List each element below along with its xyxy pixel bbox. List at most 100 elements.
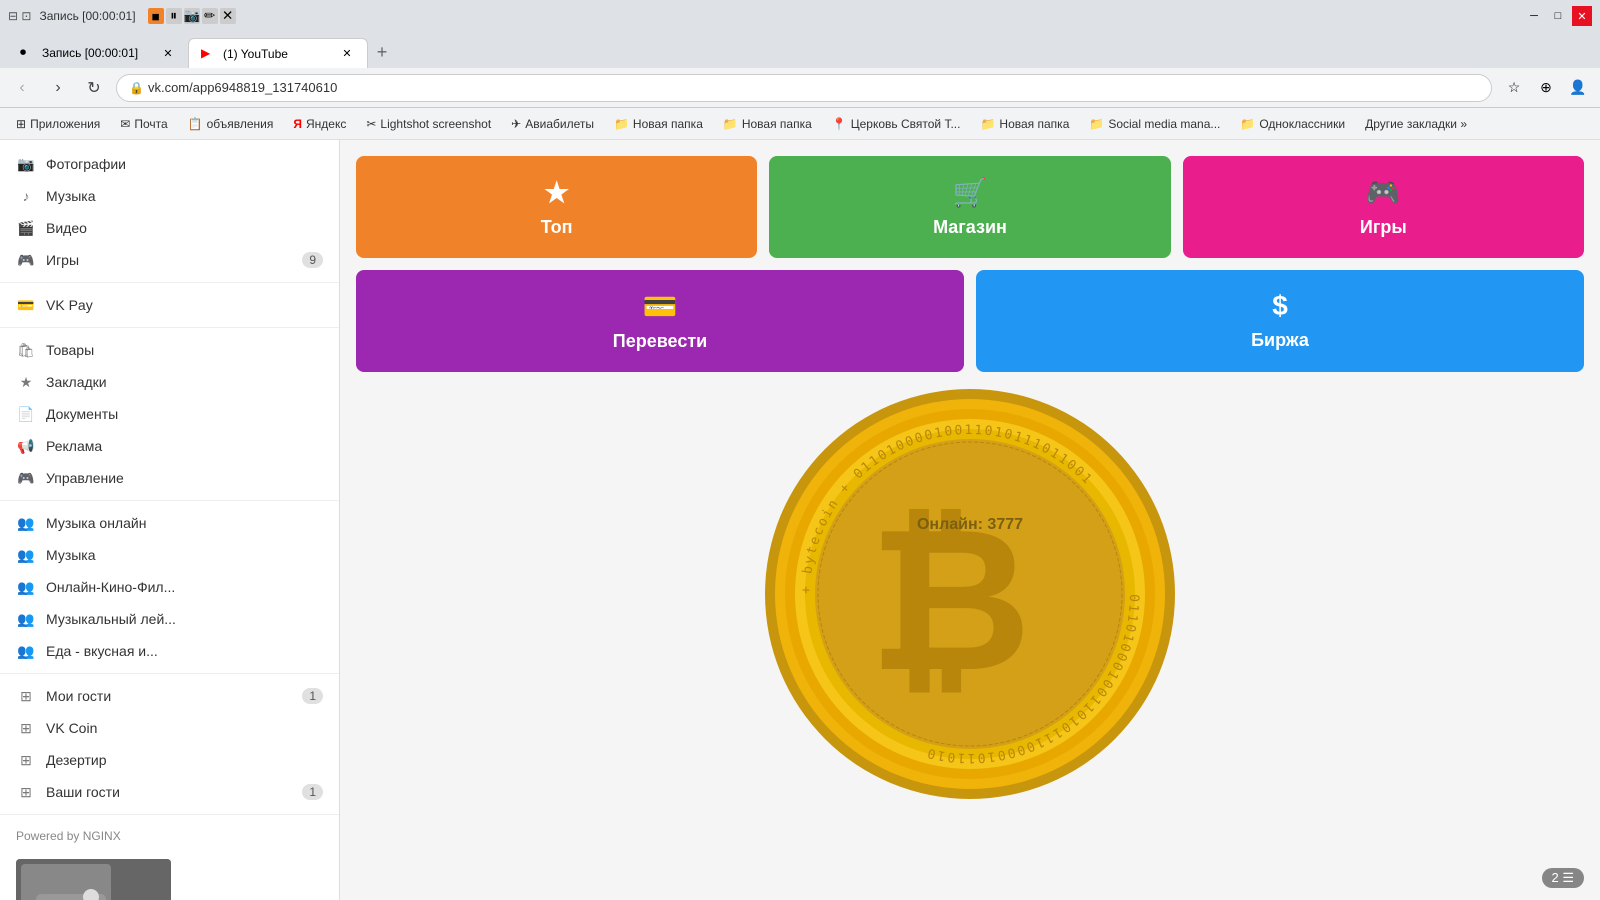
birzha-button[interactable]: $ Биржа [976,270,1584,372]
record-pause-btn[interactable]: ⏸ [166,8,182,24]
sidebar-divider-5 [0,814,339,815]
bookmark-avia[interactable]: ✈ Авиабилеты [503,115,602,133]
record-close-btn[interactable]: ✕ [220,8,236,24]
tab-close-recording[interactable]: ✕ [160,45,176,61]
close-button[interactable]: ✕ [1572,6,1592,26]
social-icon: 📁 [1089,117,1104,131]
coin-section: + bytecoin + 01101000010011010111011001 … [356,384,1584,804]
bookmark-apps[interactable]: ⊞ Приложения [8,115,108,133]
svg-text:Онлайн: 3777: Онлайн: 3777 [917,516,1023,533]
bookmark-lightshot-label: Lightshot screenshot [380,117,491,131]
sidebar-vashi-gosti-label: Ваши гости [46,784,292,800]
forward-button[interactable]: › [44,74,72,102]
maximize-button[interactable]: □ [1548,6,1568,26]
sidebar-item-games[interactable]: 🎮 Игры 9 [0,244,339,276]
tab-favicon-recording: ⏺ [20,45,36,61]
tab-title-recording: Запись [00:00:01] [42,46,154,60]
bookmark-mail[interactable]: ✉ Почта [112,115,175,133]
sidebar-item-vk-coin[interactable]: ⊞ VK Coin [0,712,339,744]
bookmark-more-label: Другие закладки » [1365,117,1467,131]
sidebar-item-upravlenie[interactable]: 🎮 Управление [0,462,339,494]
record-pen-btn[interactable]: ✏ [202,8,218,24]
bookmark-yandex[interactable]: Я Яндекс [285,115,354,133]
sidebar-item-photos[interactable]: 📷 Фотографии [0,148,339,180]
igry-label: Игры [1360,217,1407,238]
vashi-gosti-icon: ⊞ [16,782,36,802]
sidebar-item-vashi-gosti[interactable]: ⊞ Ваши гости 1 [0,776,339,808]
bookmarks-bar: ⊞ Приложения ✉ Почта 📋 объявления Я Янде… [0,108,1600,140]
top-button[interactable]: ★ Топ [356,156,757,258]
ley-icon: 👥 [16,609,36,629]
bookmark-church[interactable]: 📍 Церковь Святой Т... [824,115,969,133]
bookmark-social[interactable]: 📁 Social media mana... [1081,115,1228,133]
sidebar-item-eda[interactable]: 👥 Еда - вкусная и... [0,635,339,667]
title-bar: ⊟ ⊡ Запись [00:00:01] ■ ⏸ 📷 ✏ ✕ ─ □ ✕ [0,0,1600,32]
sidebar-vk-coin-label: VK Coin [46,720,323,736]
kino-icon: 👥 [16,577,36,597]
gamepad-icon: 🎮 [1366,176,1401,209]
sidebar-muzyka-online-label: Музыка онлайн [46,515,323,531]
sidebar-item-reklama[interactable]: 📢 Реклама [0,430,339,462]
igry-button[interactable]: 🎮 Игры [1183,156,1584,258]
reklama-icon: 📢 [16,436,36,456]
window-controls[interactable]: ─ □ ✕ [1524,6,1592,26]
bookmark-star-icon[interactable]: ☆ [1500,74,1528,102]
sidebar-item-zakl[interactable]: ★ Закладки [0,366,339,398]
minimize-button[interactable]: ─ [1524,6,1544,26]
recording-controls[interactable]: ■ ⏸ 📷 ✏ ✕ [148,8,236,24]
bookmark-more[interactable]: Другие закладки » [1357,115,1475,133]
tab-recording[interactable]: ⏺ Запись [00:00:01] ✕ [8,38,188,68]
url-input[interactable]: 🔒 vk.com/app6948819_131740610 [116,74,1492,102]
bookmark-apps-label: Приложения [30,117,100,131]
back-button[interactable]: ‹ [8,74,36,102]
cart-icon: 🛒 [953,176,988,209]
extension-icon[interactable]: ⊕ [1532,74,1560,102]
sidebar-eda-label: Еда - вкусная и... [46,643,323,659]
magazin-button[interactable]: 🛒 Магазин [769,156,1170,258]
record-stop-btn[interactable]: ■ [148,8,164,24]
dezertir-icon: ⊞ [16,750,36,770]
bookmark-ads[interactable]: 📋 объявления [180,115,282,133]
bookmark-church-label: Церковь Святой Т... [851,117,961,131]
sidebar-tovary-label: Товары [46,342,323,358]
sidebar-item-moi-gosti[interactable]: ⊞ Мои гости 1 [0,680,339,712]
tab-close-youtube[interactable]: ✕ [339,46,355,62]
sidebar-ley-label: Музыкальный лей... [46,611,323,627]
yandex-icon: Я [293,117,302,131]
perevesti-button[interactable]: 💳 Перевести [356,270,964,372]
bookmark-lightshot[interactable]: ✂ Lightshot screenshot [358,115,499,133]
sidebar-item-docs[interactable]: 📄 Документы [0,398,339,430]
sidebar-item-dezertir[interactable]: ⊞ Дезертир [0,744,339,776]
sidebar-item-kino[interactable]: 👥 Онлайн-Кино-Фил... [0,571,339,603]
tab-youtube[interactable]: ▶ (1) YouTube ✕ [188,38,368,68]
lightshot-icon: ✂ [366,117,376,131]
sidebar-divider-1 [0,282,339,283]
muzyka2-icon: 👥 [16,545,36,565]
bookmark-mail-label: Почта [134,117,167,131]
bookmark-folder3-label: Новая папка [999,117,1069,131]
bookmark-folder2[interactable]: 📁 Новая папка [715,115,820,133]
bookmark-ok[interactable]: 📁 Одноклассники [1232,115,1353,133]
bookmark-folder3[interactable]: 📁 Новая папка [972,115,1077,133]
sidebar-item-muzyka2[interactable]: 👥 Музыка [0,539,339,571]
refresh-button[interactable]: ↻ [80,74,108,102]
mail-icon: ✉ [120,117,130,131]
browser-content: 📷 Фотографии ♪ Музыка 🎬 Видео 🎮 Игры 9 💳… [0,140,1600,900]
sidebar-item-vkpay[interactable]: 💳 VK Pay [0,289,339,321]
new-tab-button[interactable]: + [368,38,396,66]
bookmark-ok-label: Одноклассники [1259,117,1345,131]
sidebar-video-label: Видео [46,220,323,236]
photos-icon: 📷 [16,154,36,174]
account-icon[interactable]: 👤 [1564,74,1592,102]
sidebar-item-tovary[interactable]: 🛍 Товары [0,334,339,366]
record-cam-btn[interactable]: 📷 [184,8,200,24]
sidebar-item-video[interactable]: 🎬 Видео [0,212,339,244]
ad-block[interactable]: Авто в кредит от 4,5% [16,859,323,900]
sidebar-item-music[interactable]: ♪ Музыка [0,180,339,212]
tab-bar: ⏺ Запись [00:00:01] ✕ ▶ (1) YouTube ✕ + [0,32,1600,68]
bookmark-folder1[interactable]: 📁 Новая папка [606,115,711,133]
sidebar-divider-2 [0,327,339,328]
star-icon: ★ [544,176,569,209]
sidebar-item-ley[interactable]: 👥 Музыкальный лей... [0,603,339,635]
sidebar-item-muzyka-online[interactable]: 👥 Музыка онлайн [0,507,339,539]
